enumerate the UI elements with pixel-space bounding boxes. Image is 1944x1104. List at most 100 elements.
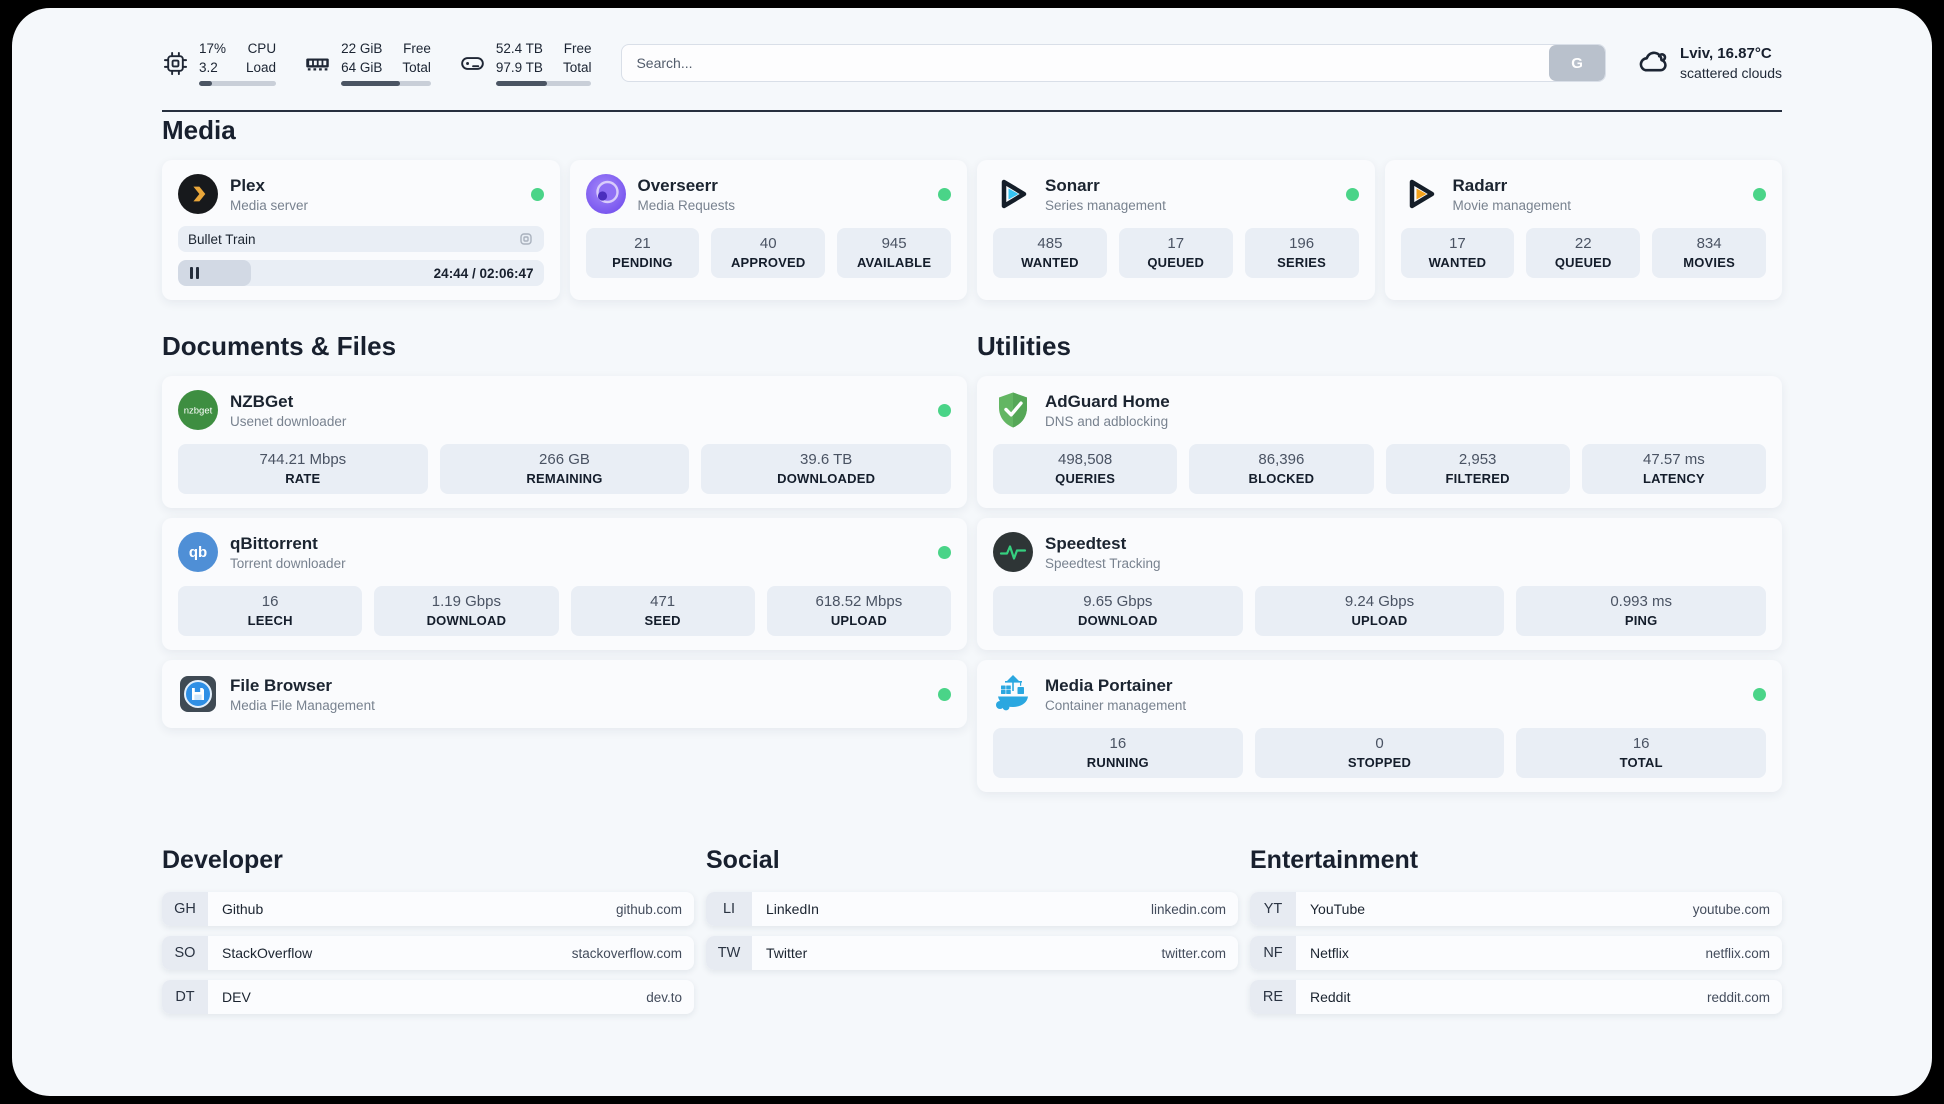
status-online-dot — [938, 403, 951, 417]
dashboard-page: 17% 3.2 CPU Load 22 GiB 64 GiB Free Tota… — [12, 8, 1932, 1096]
stat-rate: 744.21 Mbps RATE — [178, 444, 428, 494]
stat-leech: 16 LEECH — [178, 586, 363, 636]
stat-download: 9.65 Gbps DOWNLOAD — [993, 586, 1243, 636]
app-name: Overseerr — [637, 175, 718, 195]
adguard-icon — [993, 390, 1033, 430]
nzbget-icon: nzbget — [178, 390, 218, 430]
pause-icon[interactable] — [190, 267, 199, 279]
ram-icon — [304, 50, 331, 77]
bookmark-domain: youtube.com — [1692, 901, 1770, 917]
app-description: Speedtest Tracking — [1045, 555, 1161, 571]
ram-stat-widget: 22 GiB 64 GiB Free Total — [304, 40, 431, 87]
disk-free-value: 52.4 TB — [495, 40, 543, 56]
plex-icon — [178, 174, 218, 214]
section-title-documents: Documents & Files — [162, 331, 397, 361]
cpu-percent: 17% — [199, 40, 227, 56]
bookmark-name: Github — [222, 901, 264, 917]
media-session-icon — [518, 231, 534, 247]
cpu-progress-bar — [199, 81, 277, 87]
app-description: DNS and adblocking — [1045, 413, 1169, 429]
stat-queries: 498,508 QUERIES — [993, 444, 1178, 494]
search-bar: G — [621, 44, 1607, 82]
bookmark-domain: reddit.com — [1706, 989, 1770, 1005]
app-description: Container management — [1045, 697, 1187, 713]
bookmark-domain: linkedin.com — [1150, 901, 1226, 917]
bookmark-domain: stackoverflow.com — [571, 945, 682, 961]
app-card-filebrowser[interactable]: File Browser Media File Management — [162, 660, 967, 728]
stat-wanted: 485 WANTED — [993, 228, 1107, 278]
bookmark-name: Twitter — [766, 945, 808, 961]
bookmark-netflix[interactable]: NF Netflix netflix.com — [1250, 936, 1782, 970]
stat-series: 196 SERIES — [1244, 228, 1359, 278]
disk-stat-widget: 52.4 TB 97.9 TB Free Total — [459, 40, 592, 87]
stat-blocked: 86,396 BLOCKED — [1189, 444, 1374, 494]
search-engine-button[interactable]: G — [1549, 45, 1606, 81]
bookmark-abbr: YT — [1250, 892, 1296, 926]
status-online-dot — [1753, 187, 1766, 201]
app-card-sonarr[interactable]: Sonarr Series management 485 WANTED 17 Q… — [977, 160, 1375, 300]
speedtest-icon — [993, 532, 1033, 572]
app-card-nzbget[interactable]: nzbget NZBGet Usenet downloader 744.21 M… — [162, 376, 967, 508]
utilities-column: Utilities AdGuard Home DNS and adblockin… — [977, 328, 1782, 792]
app-card-speedtest[interactable]: Speedtest Speedtest Tracking 9.65 Gbps D… — [977, 518, 1782, 650]
app-description: Series management — [1045, 197, 1166, 213]
bookmark-abbr: DT — [162, 980, 208, 1014]
media-card-grid: Plex Media server Bullet Train 24:44 / 0… — [162, 160, 1782, 300]
bookmark-domain: netflix.com — [1705, 945, 1770, 961]
bookmark-name: YouTube — [1310, 901, 1366, 917]
stat-filtered: 2,953 FILTERED — [1385, 444, 1570, 494]
bookmark-abbr: RE — [1250, 980, 1296, 1014]
stat-seed: 471 SEED — [570, 586, 755, 636]
bookmark-abbr: NF — [1250, 936, 1296, 970]
app-card-adguard[interactable]: AdGuard Home DNS and adblocking 498,508 … — [977, 376, 1782, 508]
app-card-plex[interactable]: Plex Media server Bullet Train 24:44 / 0… — [162, 160, 560, 300]
app-card-overseerr[interactable]: Overseerr Media Requests 21 PENDING 40 A… — [569, 160, 967, 300]
bookmark-linkedin[interactable]: LI LinkedIn linkedin.com — [706, 892, 1238, 926]
stat-upload: 9.24 Gbps UPLOAD — [1254, 586, 1505, 636]
stat-remaining: 266 GB REMAINING — [439, 444, 690, 494]
stat-download: 1.19 Gbps DOWNLOAD — [374, 586, 559, 636]
bookmark-twitter[interactable]: TW Twitter twitter.com — [706, 936, 1238, 970]
radarr-icon — [1401, 174, 1441, 214]
stat-total: 16 TOTAL — [1516, 728, 1766, 778]
weather-location-temp: Lviv, 16.87°C — [1680, 45, 1772, 63]
bookmark-youtube[interactable]: YT YouTube youtube.com — [1250, 892, 1782, 926]
bookmark-github[interactable]: GH Github github.com — [162, 892, 694, 926]
filebrowser-icon — [178, 674, 218, 714]
app-card-portainer[interactable]: Media Portainer Container management 16 … — [977, 660, 1782, 792]
disk-progress-bar — [495, 81, 592, 87]
svg-text:nzbget: nzbget — [184, 406, 213, 417]
section-title-media: Media — [162, 115, 236, 145]
ram-total-value: 64 GiB — [341, 59, 383, 75]
app-name: AdGuard Home — [1045, 391, 1170, 411]
bookmark-name: DEV — [222, 989, 251, 1005]
bookmark-reddit[interactable]: RE Reddit reddit.com — [1250, 980, 1782, 1014]
stat-movies: 834 MOVIES — [1652, 228, 1766, 278]
stat-upload: 618.52 Mbps UPLOAD — [766, 586, 951, 636]
now-playing-row[interactable]: Bullet Train — [178, 226, 544, 252]
app-card-qbittorrent[interactable]: qb qBittorrent Torrent downloader 16 LEE… — [162, 518, 967, 650]
portainer-icon — [993, 674, 1033, 714]
bookmark-stackoverflow[interactable]: SO StackOverflow stackoverflow.com — [162, 936, 694, 970]
bookmark-abbr: TW — [706, 936, 752, 970]
bookmark-name: LinkedIn — [766, 901, 819, 917]
bookmark-dev[interactable]: DT DEV dev.to — [162, 980, 694, 1014]
overseerr-icon — [585, 174, 626, 214]
playback-progress-row: 24:44 / 02:06:47 — [178, 260, 544, 286]
ram-free-label: Free — [403, 40, 431, 56]
app-card-radarr[interactable]: Radarr Movie management 17 WANTED 22 QUE… — [1384, 160, 1782, 300]
search-input[interactable] — [622, 45, 1550, 81]
bookmark-domain: github.com — [615, 901, 682, 917]
stat-pending: 21 PENDING — [585, 228, 700, 278]
app-description: Media Requests — [637, 197, 736, 213]
app-name: Media Portainer — [1045, 675, 1173, 695]
ram-free-value: 22 GiB — [341, 40, 383, 56]
disk-total-value: 97.9 TB — [495, 59, 543, 75]
cpu-icon — [162, 50, 189, 77]
stat-queued: 17 QUEUED — [1118, 228, 1233, 278]
qbittorrent-icon: qb — [178, 532, 218, 572]
app-description: Media server — [230, 197, 309, 213]
app-description: Media File Management — [230, 697, 375, 713]
app-name: Radarr — [1452, 175, 1508, 195]
status-online-dot — [1753, 687, 1766, 701]
